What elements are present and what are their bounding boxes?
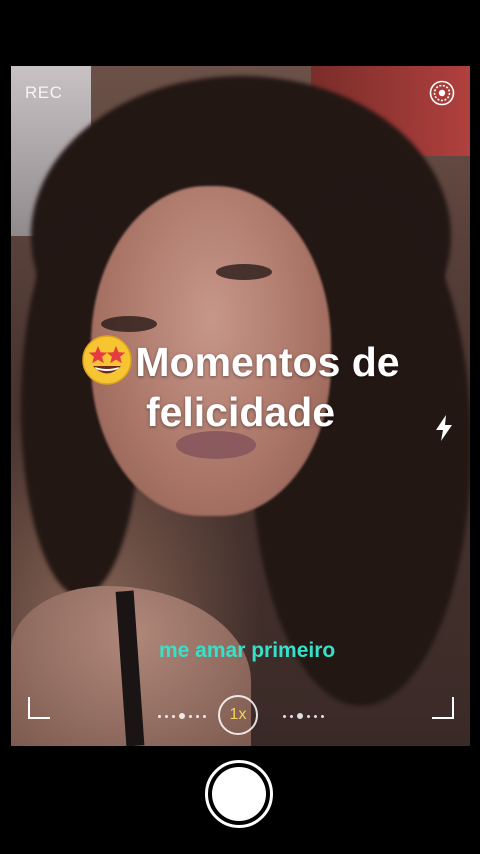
star-struck-emoji (82, 335, 133, 385)
zoom-button[interactable]: 1x (218, 695, 258, 735)
zoom-track-left[interactable] (158, 713, 206, 719)
eye (216, 264, 272, 280)
shutter-button-inner (212, 767, 266, 821)
caption-text: Momentos de felicidade (11, 334, 470, 437)
lightning-icon[interactable] (433, 414, 455, 442)
camera-screen: REC Momentos de felicidade me amar prime… (0, 0, 480, 854)
lyric-text: me amar primeiro (159, 639, 336, 662)
caption-line-2: felicidade (145, 389, 336, 435)
frame-corner-bottom-left (28, 697, 50, 719)
shutter-button[interactable] (205, 760, 273, 828)
zoom-track-right[interactable] (283, 713, 324, 719)
frame-corner-bottom-right (432, 697, 454, 719)
rec-label: REC (25, 83, 63, 102)
caption-line-1: Momentos de (135, 339, 400, 385)
eye (101, 316, 157, 332)
camera-viewfinder[interactable]: REC Momentos de felicidade me amar prime… (11, 66, 470, 746)
target-rings-icon[interactable] (429, 80, 455, 106)
